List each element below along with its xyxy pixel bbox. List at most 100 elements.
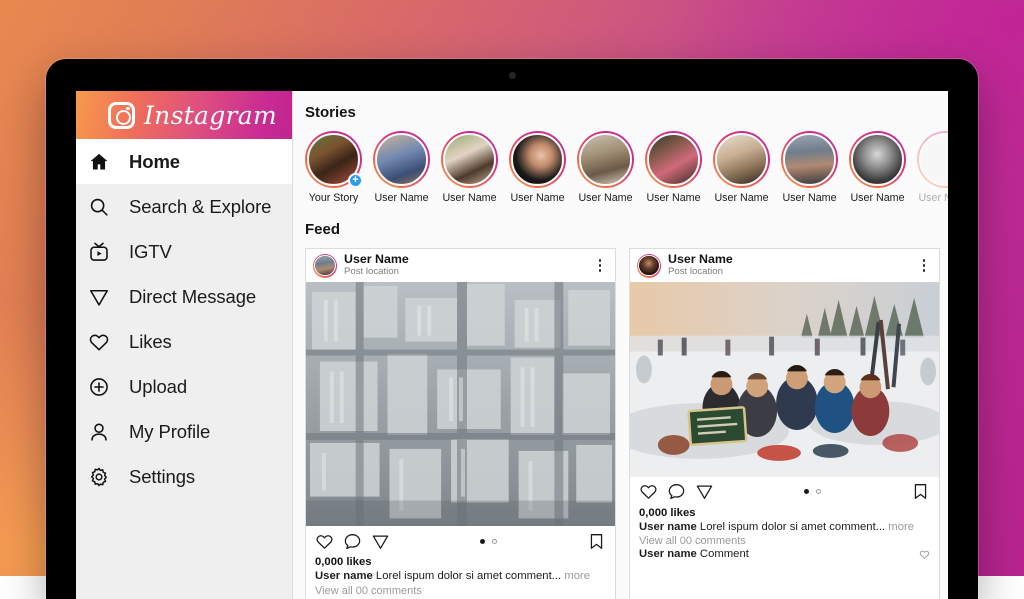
feed-title: Feed bbox=[305, 221, 948, 238]
sidebar-item-search-explore[interactable]: Search & Explore bbox=[76, 184, 292, 229]
post-options-button[interactable] bbox=[593, 259, 607, 272]
post-location: Post location bbox=[344, 267, 586, 278]
feed-row: User Name Post location bbox=[305, 248, 948, 599]
post-image bbox=[306, 282, 615, 526]
avatar bbox=[715, 133, 767, 185]
search-icon bbox=[86, 194, 112, 220]
brand-wordmark: Instagram bbox=[144, 101, 277, 130]
sidebar-item-my-profile[interactable]: My Profile bbox=[76, 409, 292, 454]
comment-username[interactable]: User name bbox=[639, 548, 697, 560]
story-item-your-story[interactable]: + Your Story bbox=[305, 131, 362, 204]
sidebar-nav: Home Search & Explore IGTV bbox=[76, 139, 292, 499]
screen: Instagram Home Search & Explore bbox=[76, 91, 948, 599]
story-ring bbox=[441, 131, 498, 188]
story-label: User Name bbox=[577, 192, 634, 204]
sidebar-item-label: Settings bbox=[129, 466, 195, 488]
sidebar-item-label: Direct Message bbox=[129, 286, 256, 308]
comment-icon[interactable] bbox=[343, 532, 362, 551]
sidebar-item-igtv[interactable]: IGTV bbox=[76, 229, 292, 274]
sidebar-item-direct-message[interactable]: Direct Message bbox=[76, 274, 292, 319]
gear-icon bbox=[86, 464, 112, 490]
avatar bbox=[783, 133, 835, 185]
story-ring bbox=[849, 131, 906, 188]
igtv-icon bbox=[86, 239, 112, 265]
bookmark-icon[interactable] bbox=[587, 532, 606, 551]
post-card: User Name Post location bbox=[629, 248, 940, 599]
story-label: User Name bbox=[373, 192, 430, 204]
post-body: 0,000 likes User name Lorel ispum dolor … bbox=[630, 507, 939, 565]
caption-more-link[interactable]: more bbox=[888, 521, 914, 533]
carousel-dot-active[interactable] bbox=[480, 539, 485, 544]
main-content: Stories + Your Story User Name bbox=[293, 91, 948, 599]
heart-icon[interactable] bbox=[315, 532, 334, 551]
avatar[interactable] bbox=[637, 254, 661, 278]
heart-icon[interactable] bbox=[639, 482, 658, 501]
person-icon bbox=[86, 419, 112, 445]
sidebar-item-home[interactable]: Home bbox=[76, 139, 292, 184]
post-username: User Name bbox=[668, 253, 910, 267]
laptop-frame: Instagram Home Search & Explore bbox=[46, 59, 978, 599]
sidebar-item-label: Home bbox=[129, 151, 180, 173]
caption-text: Lorel ispum dolor si amet comment... bbox=[376, 570, 561, 582]
sidebar-item-settings[interactable]: Settings bbox=[76, 454, 292, 499]
story-label: User Name bbox=[645, 192, 702, 204]
avatar[interactable] bbox=[313, 254, 337, 278]
story-item-3[interactable]: User Name bbox=[509, 131, 566, 204]
story-label: User Name bbox=[917, 192, 948, 204]
caption-more-link[interactable]: more bbox=[564, 570, 590, 582]
sidebar-item-label: Likes bbox=[129, 331, 172, 353]
post-likes: 0,000 likes bbox=[315, 556, 606, 568]
story-item-4[interactable]: User Name bbox=[577, 131, 634, 204]
story-item-8[interactable]: User Name bbox=[849, 131, 906, 204]
avatar bbox=[919, 133, 948, 185]
webcam-icon bbox=[509, 72, 516, 79]
comment-icon[interactable] bbox=[667, 482, 686, 501]
story-ring bbox=[509, 131, 566, 188]
story-label: Your Story bbox=[305, 192, 362, 204]
carousel-dot[interactable] bbox=[816, 489, 821, 494]
home-icon bbox=[86, 149, 112, 175]
brand-header[interactable]: Instagram bbox=[76, 91, 292, 139]
story-item-7[interactable]: User Name bbox=[781, 131, 838, 204]
story-label: User Name bbox=[849, 192, 906, 204]
post-likes: 0,000 likes bbox=[639, 507, 930, 519]
caption-text: Lorel ispum dolor si amet comment... bbox=[700, 521, 885, 533]
view-all-comments-link[interactable]: View all 00 comments bbox=[315, 585, 606, 597]
story-item-5[interactable]: User Name bbox=[645, 131, 702, 204]
story-item-1[interactable]: User Name bbox=[373, 131, 430, 204]
caption-username[interactable]: User name bbox=[639, 521, 697, 533]
post-actions bbox=[630, 477, 939, 507]
story-item-6[interactable]: User Name bbox=[713, 131, 770, 204]
story-label: User Name bbox=[441, 192, 498, 204]
carousel-indicator bbox=[723, 489, 902, 494]
story-item-2[interactable]: User Name bbox=[441, 131, 498, 204]
post-body: 0,000 likes User name Lorel ispum dolor … bbox=[306, 556, 615, 599]
caption-username[interactable]: User name bbox=[315, 570, 373, 582]
bookmark-icon[interactable] bbox=[911, 482, 930, 501]
story-ring bbox=[713, 131, 770, 188]
post-image bbox=[630, 282, 939, 477]
avatar bbox=[647, 133, 699, 185]
instagram-camera-icon bbox=[108, 102, 135, 129]
story-item-9[interactable]: User Name bbox=[917, 131, 948, 204]
sidebar-item-label: Search & Explore bbox=[129, 196, 271, 218]
send-icon[interactable] bbox=[371, 532, 390, 551]
carousel-dot[interactable] bbox=[492, 539, 497, 544]
sidebar-item-likes[interactable]: Likes bbox=[76, 319, 292, 364]
story-ring bbox=[373, 131, 430, 188]
post-options-button[interactable] bbox=[917, 259, 931, 272]
post-username: User Name bbox=[344, 253, 586, 267]
story-ring: + bbox=[305, 131, 362, 188]
heart-icon[interactable] bbox=[919, 549, 930, 560]
view-all-comments-link[interactable]: View all 00 comments bbox=[639, 535, 930, 547]
story-label: User Name bbox=[781, 192, 838, 204]
avatar bbox=[579, 133, 631, 185]
story-ring bbox=[577, 131, 634, 188]
carousel-dot-active[interactable] bbox=[804, 489, 809, 494]
post-location: Post location bbox=[668, 267, 910, 278]
stories-title: Stories bbox=[305, 104, 948, 121]
story-ring bbox=[645, 131, 702, 188]
add-story-badge[interactable]: + bbox=[348, 173, 363, 188]
send-icon[interactable] bbox=[695, 482, 714, 501]
sidebar-item-upload[interactable]: Upload bbox=[76, 364, 292, 409]
